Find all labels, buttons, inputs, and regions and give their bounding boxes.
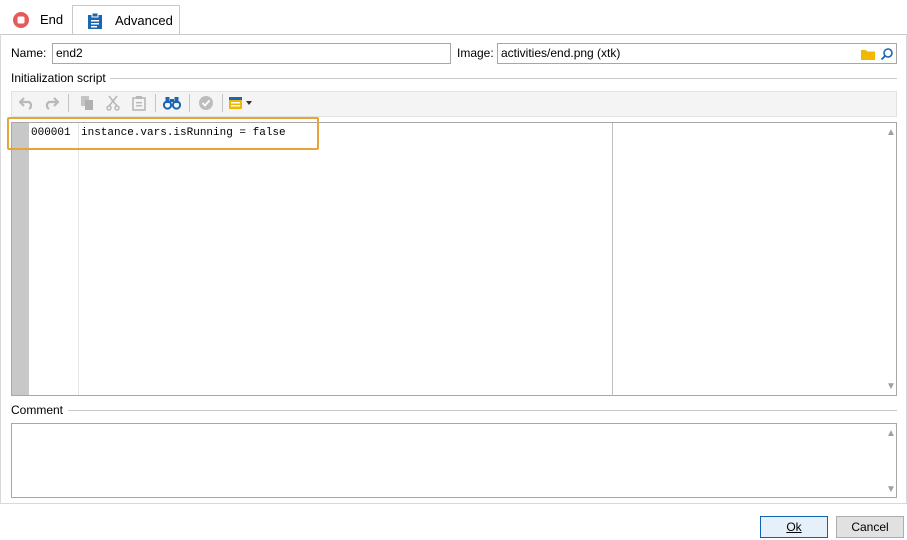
script-editor[interactable]: ▲ ▼: [11, 122, 897, 396]
image-label: Image:: [457, 46, 494, 60]
name-field[interactable]: end2: [52, 43, 451, 64]
ok-button[interactable]: Ok: [760, 516, 828, 538]
copy-icon[interactable]: [78, 94, 96, 112]
cut-icon[interactable]: [104, 94, 122, 112]
image-actions: [859, 44, 896, 63]
line-number-divider: [78, 123, 79, 395]
image-value: activities/end.png (xtk): [501, 46, 621, 60]
scroll-down-icon[interactable]: ▼: [886, 484, 896, 495]
panel-border: [0, 503, 907, 504]
search-icon[interactable]: [880, 47, 894, 61]
tab-advanced[interactable]: Advanced: [72, 5, 180, 35]
toolbar-separator: [222, 94, 223, 112]
editor-split-divider: [612, 123, 613, 395]
panel-border: [0, 34, 1, 503]
panel-border: [0, 34, 907, 35]
comment-field[interactable]: ▲ ▼: [11, 423, 897, 498]
group-divider: [110, 78, 897, 79]
scroll-up-icon[interactable]: ▲: [886, 127, 896, 138]
comment-label: Comment: [11, 403, 64, 417]
group-divider: [68, 410, 897, 411]
image-field[interactable]: activities/end.png (xtk): [497, 43, 897, 64]
clipboard-icon: [88, 12, 102, 29]
toolbar-separator: [68, 94, 69, 112]
stop-circle-icon: [13, 11, 29, 28]
scroll-down-icon[interactable]: ▼: [886, 381, 896, 392]
scroll-up-icon[interactable]: ▲: [886, 428, 896, 439]
binoculars-icon[interactable]: [163, 94, 181, 112]
ok-label: Ok: [786, 520, 802, 534]
folder-icon[interactable]: [861, 48, 875, 60]
init-script-label: Initialization script: [11, 71, 106, 85]
cancel-label: Cancel: [851, 520, 889, 534]
name-label: Name:: [11, 46, 47, 60]
tab-advanced-label: Advanced: [115, 13, 173, 28]
highlight-box: [7, 117, 319, 150]
tab-bar: End Advanced: [0, 0, 907, 35]
undo-icon[interactable]: [18, 94, 36, 112]
redo-icon[interactable]: [42, 94, 60, 112]
paste-icon[interactable]: [130, 94, 148, 112]
cancel-button[interactable]: Cancel: [836, 516, 904, 538]
toolbar-separator: [189, 94, 190, 112]
editor-gutter: [12, 123, 29, 395]
tab-end-label: End: [40, 12, 64, 27]
validate-icon[interactable]: [197, 94, 215, 112]
tab-end[interactable]: End: [6, 5, 70, 34]
toolbar-separator: [155, 94, 156, 112]
insert-menu-icon[interactable]: [228, 94, 256, 112]
